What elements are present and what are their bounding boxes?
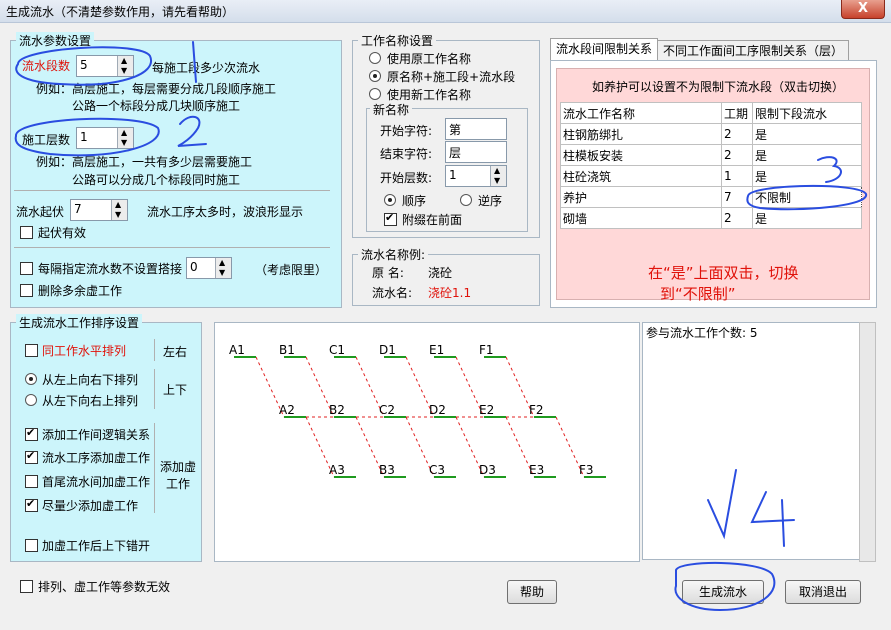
pen-circle-nolimit (746, 185, 867, 211)
pen-annotations (14, 41, 867, 612)
pen-number-4 (750, 491, 795, 547)
pen-number-2 (177, 115, 207, 147)
pen-circle-segments (15, 46, 153, 86)
dialog-window: 生成流水（不清楚参数作用，请先看帮助） X 流水参数设置 流水段数 5 ▲ ▼ 每… (0, 0, 891, 630)
pen-checkmark (707, 469, 737, 540)
pen-circle-generate (674, 561, 776, 612)
pen-number-1 (192, 41, 197, 83)
pen-number-3 (817, 156, 842, 183)
pen-circle-floors (14, 117, 160, 157)
